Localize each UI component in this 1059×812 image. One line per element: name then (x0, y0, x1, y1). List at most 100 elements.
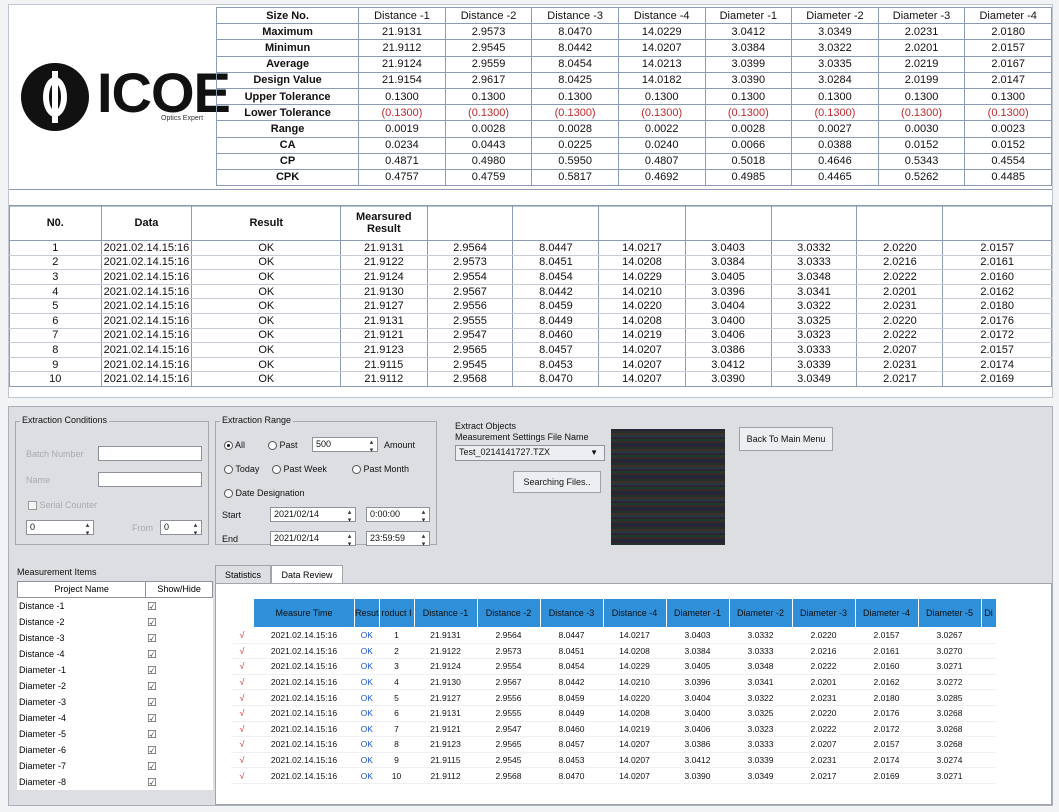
list-item[interactable]: Diameter -2 ☑ (17, 678, 213, 694)
meas-cell: 3.0400 (684, 313, 772, 329)
stats-column-header: Diameter -3 (877, 6, 966, 25)
serial-start-spinbox[interactable]: 0 ▴ ▾ (26, 520, 94, 537)
stats-column-header: Distance -2 (444, 6, 533, 25)
table-row[interactable]: √ 2021.02.14.15:16 OK 6 21.9131 2.9555 8.0449 1… (230, 705, 997, 722)
name-label: Name (26, 475, 51, 485)
table-row[interactable]: √ 2021.02.14.15:16 OK 7 21.9121 2.9547 8.0460 1… (230, 721, 997, 738)
list-item[interactable]: Diameter -6 ☑ (17, 742, 213, 758)
check-mark-icon: √ (230, 736, 254, 753)
stats-cell: 0.0019 (358, 120, 446, 138)
range-past-radio[interactable]: Past (268, 440, 298, 451)
meas-cell: 2021.02.14.15:16 (100, 371, 193, 387)
grid-column-header[interactable]: Diameter -1 (665, 598, 730, 628)
grid-column-header[interactable]: Diameter -3 (791, 598, 856, 628)
show-hide-checkbox-icon[interactable]: ☑ (147, 744, 163, 757)
grid-cell (981, 658, 997, 675)
start-date-picker[interactable]: 2021/02/14 ▴ ▾ (270, 507, 356, 524)
table-row[interactable]: √ 2021.02.14.15:16 OK 8 21.9123 2.9565 8.0457 1… (230, 736, 997, 753)
show-hide-checkbox-icon[interactable]: ☑ (147, 712, 163, 725)
table-row[interactable]: √ 2021.02.14.15:16 OK 9 21.9115 2.9545 8.0453 1… (230, 752, 997, 769)
meas-cell: OK (191, 240, 342, 256)
stats-cell: 0.5343 (877, 152, 966, 170)
show-hide-checkbox-icon[interactable]: ☑ (147, 616, 163, 629)
table-row[interactable]: √ 2021.02.14.15:16 OK 1 21.9131 2.9564 8.0447 1… (230, 627, 997, 644)
table-row[interactable]: √ 2021.02.14.15:16 OK 5 21.9127 2.9556 8.0459 1… (230, 689, 997, 706)
table-row[interactable]: √ 2021.02.14.15:16 OK 4 21.9130 2.9567 8.0442 1… (230, 674, 997, 691)
from-spinbox[interactable]: 0 ▴ ▾ (160, 520, 202, 537)
tab-data-review[interactable]: Data Review (271, 565, 343, 583)
list-item[interactable]: Diameter -8 ☑ (17, 774, 213, 790)
list-item[interactable]: Diameter -7 ☑ (17, 758, 213, 774)
measurement-report: ICOE Optics Expert Size No. Distance -1 Di… (8, 4, 1053, 398)
name-input[interactable] (98, 472, 202, 487)
show-hide-checkbox-icon[interactable]: ☑ (147, 648, 163, 661)
stats-cell: 2.0201 (877, 39, 966, 57)
range-today-radio[interactable]: Today (224, 464, 259, 475)
back-to-main-menu-button[interactable]: Back To Main Menu (739, 427, 833, 451)
range-date-designation-radio[interactable]: Date Designation (224, 488, 305, 499)
grid-column-header[interactable]: Di (980, 598, 997, 628)
grid-cell: 8.0454 (540, 658, 604, 675)
end-time-picker[interactable]: 23:59:59 ▴ ▾ (366, 531, 430, 548)
grid-column-header[interactable]: Diameter -4 (854, 598, 919, 628)
show-hide-checkbox-icon[interactable]: ☑ (147, 680, 163, 693)
list-item[interactable]: Distance -2 ☑ (17, 614, 213, 630)
list-item[interactable]: Distance -4 ☑ (17, 646, 213, 662)
grid-cell: 3.0285 (918, 689, 982, 706)
grid-cell: 2.0207 (792, 736, 856, 753)
show-hide-checkbox-icon[interactable]: ☑ (147, 696, 163, 709)
end-date-picker[interactable]: 2021/02/14 ▴ ▾ (270, 531, 356, 548)
range-past-month-radio[interactable]: Past Month (352, 464, 409, 475)
show-hide-checkbox-icon[interactable]: ☑ (147, 776, 163, 789)
stats-cell: 0.0152 (877, 136, 966, 154)
list-item[interactable]: Distance -1 ☑ (17, 598, 213, 614)
range-all-radio[interactable]: All (224, 440, 245, 451)
grid-column-header[interactable]: Resut (354, 598, 380, 628)
grid-cell: 3.0403 (666, 627, 730, 644)
grid-column-header[interactable]: Distance -4 (602, 598, 667, 628)
list-item[interactable]: Diameter -5 ☑ (17, 726, 213, 742)
grid-column-header[interactable]: Distance -3 (539, 598, 604, 628)
grid-cell: 14.0207 (603, 767, 667, 784)
stats-cell: 8.0425 (531, 71, 619, 89)
tab-statistics[interactable]: Statistics (215, 565, 271, 583)
meas-cell: 2.9555 (426, 313, 514, 329)
grid-column-header[interactable]: Distance -1 (413, 598, 478, 628)
show-hide-checkbox-icon[interactable]: ☑ (147, 664, 163, 677)
grid-column-header[interactable]: Distance -2 (476, 598, 541, 628)
past-amount-spinbox[interactable]: 500 ▴ ▾ (312, 437, 378, 454)
grid-column-header[interactable]: Diameter -2 (728, 598, 793, 628)
settings-file-select[interactable]: Test_0214141727.TZX ▼ (455, 445, 605, 461)
show-hide-checkbox-icon[interactable]: ☑ (147, 760, 163, 773)
grid-column-header[interactable]: Diameter -5 (917, 598, 982, 628)
list-item[interactable]: Distance -3 ☑ (17, 630, 213, 646)
show-hide-checkbox-icon[interactable]: ☑ (147, 632, 163, 645)
start-time-picker[interactable]: 0:00:00 ▴ ▾ (366, 507, 430, 524)
list-item[interactable]: Diameter -4 ☑ (17, 710, 213, 726)
table-row[interactable]: √ 2021.02.14.15:16 OK 2 21.9122 2.9573 8.0451 1… (230, 643, 997, 660)
range-past-week-radio[interactable]: Past Week (272, 464, 327, 475)
batch-number-input[interactable] (98, 446, 202, 461)
serial-counter-checkbox[interactable]: Serial Counter (28, 500, 97, 511)
meas-cell: 21.9123 (340, 342, 428, 358)
meas-column-header (684, 205, 772, 241)
stats-cell: 3.0384 (704, 39, 793, 57)
show-hide-checkbox-icon[interactable]: ☑ (147, 728, 163, 741)
grid-cell: 2021.02.14.15:16 (253, 627, 355, 644)
searching-files-button[interactable]: Searching Files.. (513, 471, 601, 493)
grid-column-header[interactable]: Measure Time (253, 598, 355, 628)
grid-column-header[interactable] (230, 598, 254, 628)
stats-cell: 0.0028 (444, 120, 533, 138)
stats-cell: 3.0349 (791, 23, 879, 41)
list-item[interactable]: Diameter -3 ☑ (17, 694, 213, 710)
grid-cell: 2021.02.14.15:16 (253, 689, 355, 706)
grid-column-header[interactable]: roduct I (378, 598, 415, 628)
list-item[interactable]: Diameter -1 ☑ (17, 662, 213, 678)
table-row[interactable]: √ 2021.02.14.15:16 OK 3 21.9124 2.9554 8.0454 1… (230, 658, 997, 675)
grid-cell: 8.0460 (540, 721, 604, 738)
stats-row: CPK 0.4757 0.4759 0.5817 0.4692 0.4985 0.4465 0… (215, 168, 1052, 187)
table-row[interactable]: √ 2021.02.14.15:16 OK 10 21.9112 2.9568 8.0470… (230, 767, 997, 784)
extraction-conditions-group: Extraction Conditions Batch Number Name … (15, 415, 209, 545)
show-hide-checkbox-icon[interactable]: ☑ (147, 600, 163, 613)
grid-cell: 3.0332 (729, 627, 793, 644)
